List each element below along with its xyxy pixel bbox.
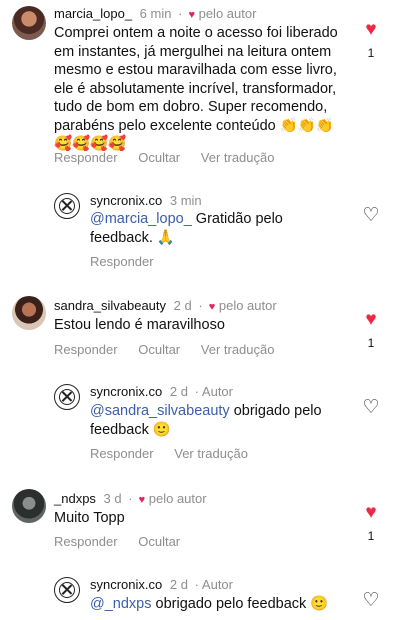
- timestamp: 2 d: [169, 577, 188, 592]
- dot-separator: ·: [178, 6, 183, 21]
- author-heart-icon: ♥: [138, 494, 146, 506]
- comment-text: Comprei ontem a noite o acesso foi liber…: [54, 25, 338, 152]
- like-control: ♥ 1: [362, 503, 380, 543]
- heart-filled-icon[interactable]: ♥: [365, 502, 376, 523]
- timestamp: 6 min: [139, 6, 172, 21]
- username[interactable]: sandra_silvabeauty: [54, 298, 166, 313]
- timestamp: 3 d: [103, 491, 122, 506]
- mention-link[interactable]: @sandra_silvabeauty: [90, 403, 230, 419]
- heart-filled-icon[interactable]: ♥: [365, 309, 376, 330]
- comment-actions: Responder Ocultar Ver tradução: [54, 342, 291, 357]
- username[interactable]: syncronix.co: [90, 384, 162, 399]
- liked-by-author-label: pelo autor: [218, 298, 277, 313]
- reply-text: @_ndxps obrigado pelo feedback 🙂: [90, 595, 355, 614]
- translate-button[interactable]: Ver tradução: [201, 342, 275, 357]
- reply-actions: Responder Ver tradução: [90, 446, 265, 461]
- avatar[interactable]: [12, 489, 46, 523]
- like-control: ♥ 1: [362, 20, 380, 60]
- syncronix-logo-icon[interactable]: [54, 577, 80, 603]
- mention-link[interactable]: @marcia_lopo_: [90, 211, 192, 227]
- avatar[interactable]: [12, 6, 46, 40]
- reply-button[interactable]: Responder: [90, 446, 154, 461]
- like-control: ♡: [362, 206, 380, 226]
- comment-meta: _ndxps 3 d · ♥ pelo autor: [54, 491, 207, 506]
- reply-button[interactable]: Responder: [90, 254, 154, 269]
- translate-button[interactable]: Ver tradução: [174, 446, 248, 461]
- timestamp: 2 d: [169, 384, 188, 399]
- dot-separator: ·: [194, 577, 199, 592]
- comment-text: Muito Topp: [54, 510, 125, 526]
- translate-button[interactable]: Ver tradução: [201, 150, 275, 165]
- username[interactable]: marcia_lopo_: [54, 6, 132, 21]
- like-count: 1: [367, 529, 375, 543]
- like-count: 1: [367, 46, 375, 60]
- reply-text: @marcia_lopo_ Gratidão pelo feedback. 🙏: [90, 210, 340, 247]
- comment-actions: Responder Ocultar: [54, 534, 197, 549]
- like-control: ♥ 1: [362, 310, 380, 350]
- like-control: ♡: [362, 398, 380, 418]
- comment-meta: marcia_lopo_ 6 min · ♥ pelo autor: [54, 6, 256, 21]
- dot-separator: ·: [128, 491, 133, 506]
- reply-meta: syncronix.co 2 d · Autor: [90, 384, 233, 399]
- username[interactable]: syncronix.co: [90, 193, 162, 208]
- mention-link[interactable]: @_ndxps: [90, 596, 151, 612]
- comment-meta: sandra_silvabeauty 2 d · ♥ pelo autor: [54, 298, 277, 313]
- author-badge: Autor: [201, 384, 233, 399]
- liked-by-author-label: pelo autor: [148, 491, 207, 506]
- hide-button[interactable]: Ocultar: [138, 150, 180, 165]
- author-badge: Autor: [201, 577, 233, 592]
- username[interactable]: _ndxps: [54, 491, 96, 506]
- reply-meta: syncronix.co 2 d · Autor: [90, 577, 233, 592]
- username[interactable]: syncronix.co: [90, 577, 162, 592]
- reply-body: obrigado pelo feedback 🙂: [151, 596, 329, 612]
- reply-button[interactable]: Responder: [54, 534, 118, 549]
- dot-separator: ·: [198, 298, 203, 313]
- avatar[interactable]: [12, 296, 46, 330]
- timestamp: 2 d: [173, 298, 192, 313]
- heart-outline-icon[interactable]: ♡: [362, 397, 379, 418]
- timestamp: 3 min: [169, 193, 202, 208]
- hide-button[interactable]: Ocultar: [138, 534, 180, 549]
- syncronix-logo-icon[interactable]: [54, 384, 80, 410]
- reply-actions: Responder: [90, 254, 171, 269]
- like-count: 1: [367, 336, 375, 350]
- dot-separator: ·: [194, 384, 199, 399]
- hide-button[interactable]: Ocultar: [138, 342, 180, 357]
- heart-outline-icon[interactable]: ♡: [362, 205, 379, 226]
- liked-by-author-label: pelo autor: [198, 6, 257, 21]
- comment-text: Estou lendo é maravilhoso: [54, 317, 225, 333]
- reply-meta: syncronix.co 3 min: [90, 193, 202, 208]
- heart-outline-icon[interactable]: ♡: [362, 590, 379, 611]
- author-heart-icon: ♥: [208, 301, 216, 313]
- author-heart-icon: ♥: [188, 9, 195, 21]
- reply-button[interactable]: Responder: [54, 342, 118, 357]
- like-control: ♡: [362, 591, 380, 611]
- reply-text: @sandra_silvabeauty obrigado pelo feedba…: [90, 402, 350, 439]
- reply-button[interactable]: Responder: [54, 150, 118, 165]
- heart-filled-icon[interactable]: ♥: [365, 19, 376, 40]
- syncronix-logo-icon[interactable]: [54, 193, 80, 219]
- comment-actions: Responder Ocultar Ver tradução: [54, 150, 291, 165]
